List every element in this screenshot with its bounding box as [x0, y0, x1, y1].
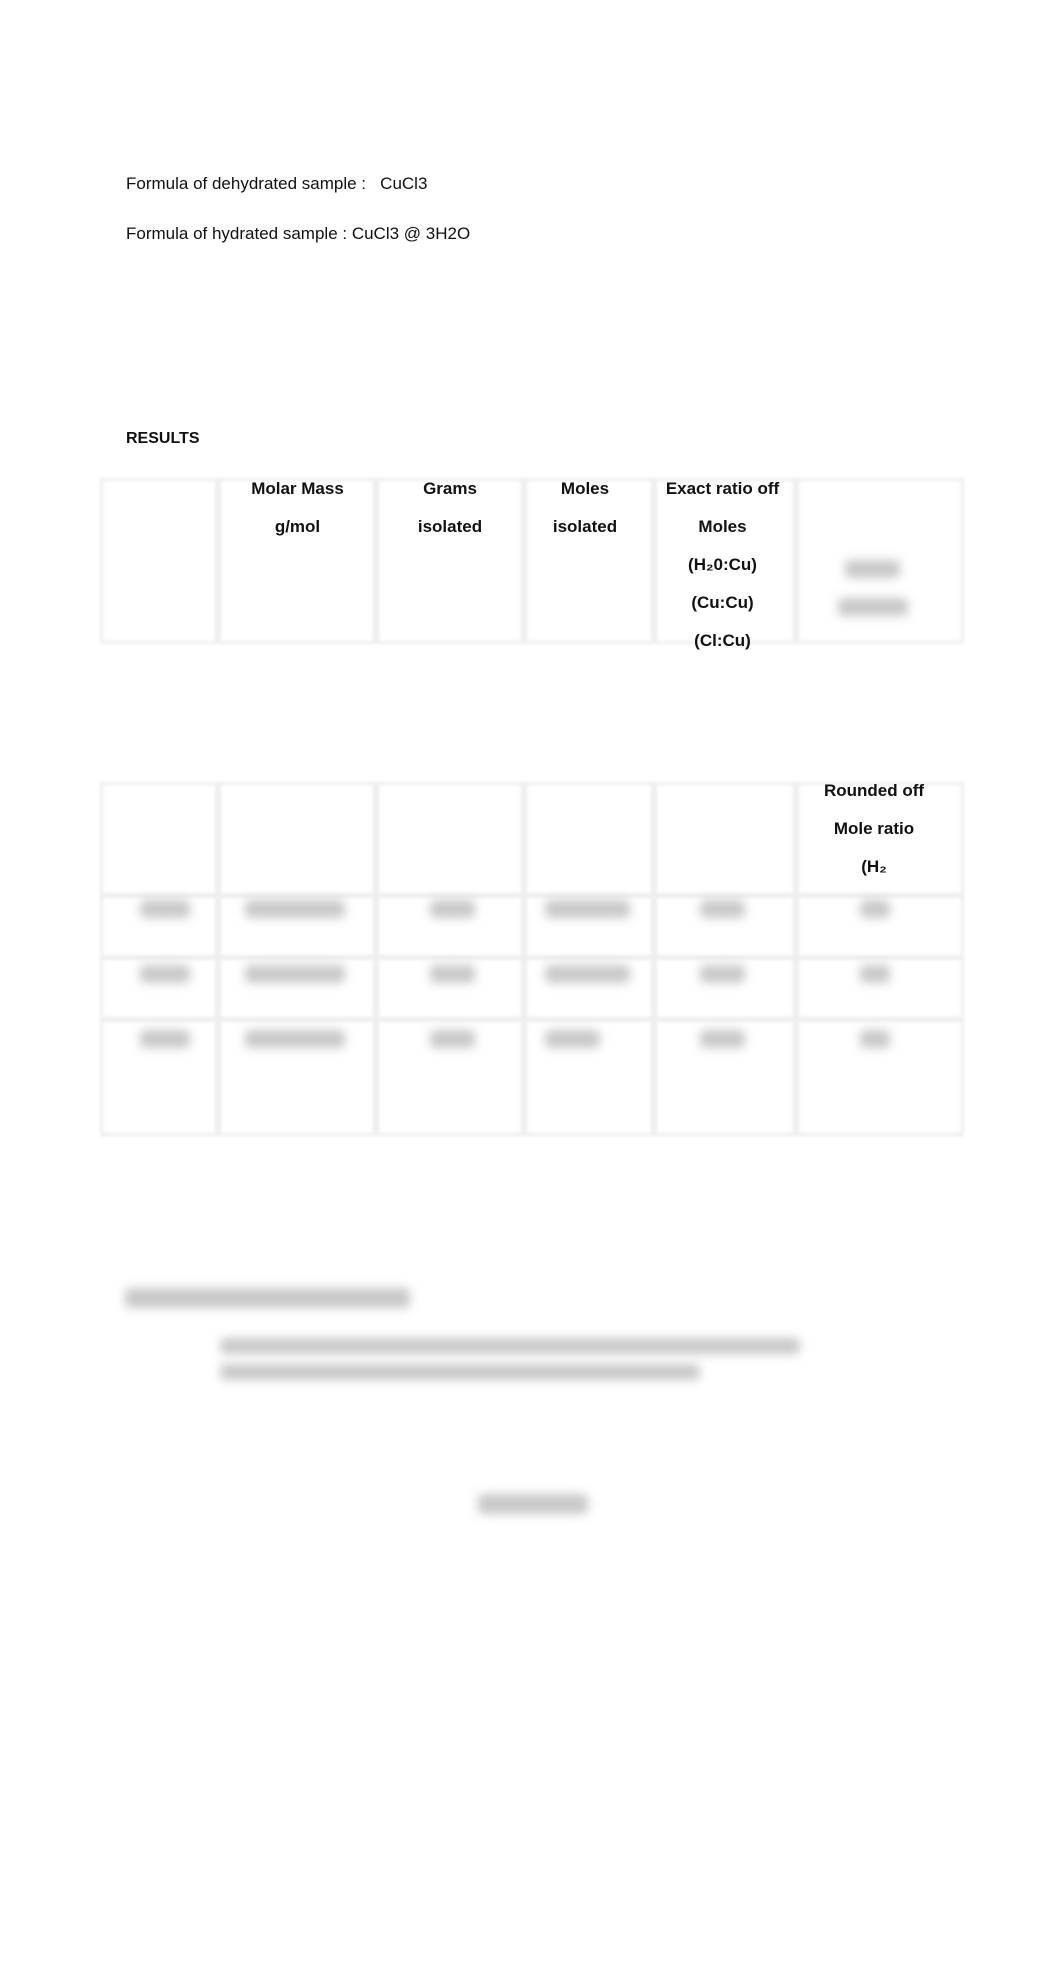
header-rounded-ratio: Rounded off Mole ratio (H₂ [823, 781, 925, 876]
blurred-cell [430, 900, 475, 918]
blurred-text [838, 598, 908, 616]
hydrated-formula: Formula of hydrated sample : CuCl3 @ 3H2… [126, 224, 471, 243]
dehydrated-formula: Formula of dehydrated sample : CuCl3 [126, 174, 428, 193]
blurred-page-number [478, 1494, 588, 1514]
blurred-text [845, 560, 900, 578]
blurred-list-item [220, 1338, 800, 1354]
blurred-cell [140, 965, 190, 983]
blurred-cell [545, 965, 630, 983]
blurred-cell [700, 900, 745, 918]
blurred-cell [430, 965, 475, 983]
blurred-cell [140, 900, 190, 918]
blurred-cell [700, 965, 745, 983]
results-heading: RESULTS [126, 430, 200, 447]
header-moles: Moles isolated [552, 479, 618, 536]
blurred-cell [860, 965, 890, 983]
header-grams: Grams isolated [417, 479, 483, 536]
blurred-cell [545, 900, 630, 918]
blurred-cell [140, 1030, 190, 1048]
blurred-cell [245, 1030, 345, 1048]
blurred-cell [860, 1030, 890, 1048]
blurred-cell [245, 900, 345, 918]
blurred-cell [860, 900, 890, 918]
blurred-cell [700, 1030, 745, 1048]
blurred-cell [245, 965, 345, 983]
blurred-cell [430, 1030, 475, 1048]
blurred-cell [545, 1030, 600, 1048]
blurred-section-heading [125, 1288, 410, 1308]
header-exact-ratio: Exact ratio off Moles (H₂0:Cu) (Cu:Cu) (Cl… [665, 479, 780, 650]
blurred-list-item [220, 1364, 700, 1380]
header-molar-mass: Molar Mass g/mol [251, 479, 344, 536]
